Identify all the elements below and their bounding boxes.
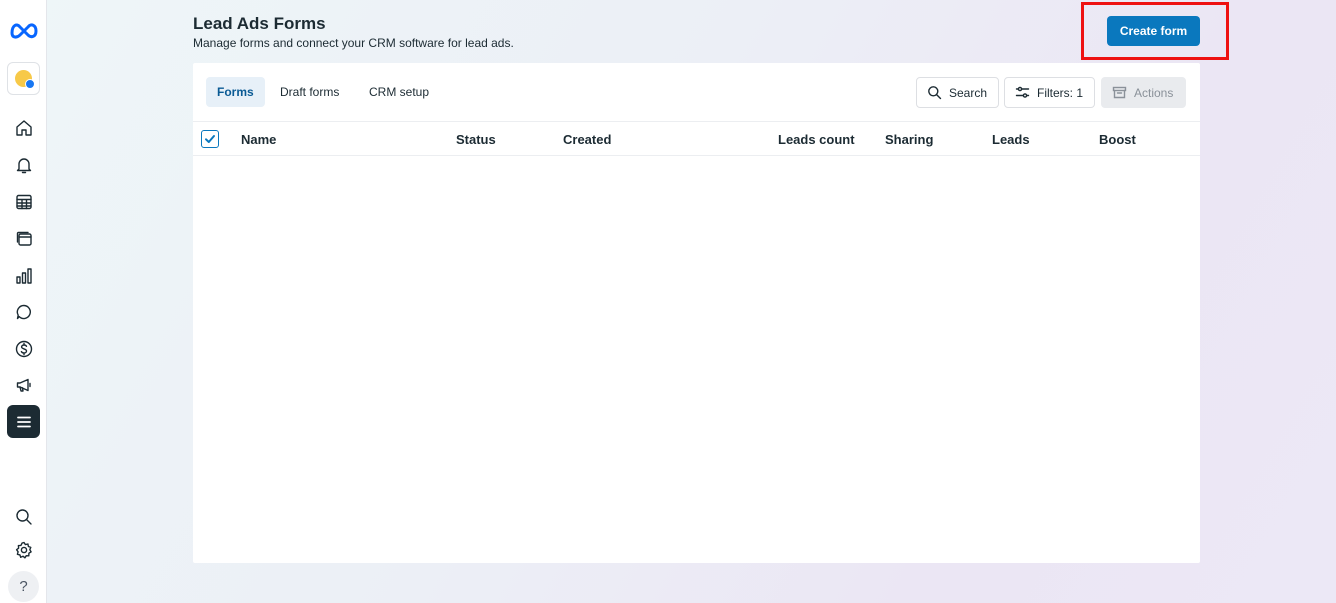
page-subtitle: Manage forms and connect your CRM softwa…	[193, 36, 514, 50]
search-icon[interactable]	[11, 504, 37, 530]
column-header-status[interactable]: Status	[456, 132, 496, 147]
messages-icon[interactable]	[11, 299, 37, 325]
help-icon[interactable]: ?	[8, 571, 39, 602]
actions-button[interactable]: Actions	[1101, 77, 1186, 108]
column-header-leads[interactable]: Leads	[992, 132, 1030, 147]
notifications-icon[interactable]	[11, 152, 37, 178]
column-header-leads-count[interactable]: Leads count	[778, 132, 855, 147]
select-all-checkbox[interactable]	[201, 130, 219, 148]
tab-draft-forms[interactable]: Draft forms	[269, 77, 350, 107]
filters-button[interactable]: Filters: 1	[1004, 77, 1095, 108]
home-icon[interactable]	[11, 115, 37, 141]
column-header-boost[interactable]: Boost	[1099, 132, 1136, 147]
pages-icon[interactable]	[11, 226, 37, 252]
actions-button-label: Actions	[1134, 85, 1174, 100]
table-icon[interactable]	[11, 189, 37, 215]
column-header-created[interactable]: Created	[563, 132, 611, 147]
meta-logo-icon[interactable]	[9, 20, 39, 40]
checkmark-icon	[205, 135, 215, 143]
tab-forms[interactable]: Forms	[206, 77, 265, 107]
facebook-badge-icon	[25, 79, 35, 89]
filters-button-label: Filters: 1	[1037, 85, 1084, 100]
billing-icon[interactable]	[11, 336, 37, 362]
table-header: Name Status Created Leads count Sharing …	[193, 121, 1200, 156]
settings-icon[interactable]	[11, 537, 37, 563]
sliders-icon	[1015, 86, 1030, 98]
all-tools-menu-icon[interactable]	[7, 405, 40, 438]
search-icon	[928, 86, 942, 100]
insights-icon[interactable]	[11, 263, 37, 289]
column-header-name[interactable]: Name	[241, 132, 276, 147]
ads-icon[interactable]	[11, 372, 37, 398]
forms-panel: Forms Draft forms CRM setup Search Filte…	[193, 63, 1200, 563]
sidebar: ?	[0, 0, 47, 603]
account-avatar[interactable]	[7, 62, 40, 95]
search-button[interactable]: Search	[916, 77, 999, 108]
tab-crm-setup[interactable]: CRM setup	[358, 77, 440, 107]
column-header-sharing[interactable]: Sharing	[885, 132, 933, 147]
page-title: Lead Ads Forms	[193, 14, 326, 33]
search-button-label: Search	[949, 85, 988, 100]
create-form-button[interactable]: Create form	[1107, 16, 1200, 46]
archive-icon	[1112, 86, 1127, 99]
